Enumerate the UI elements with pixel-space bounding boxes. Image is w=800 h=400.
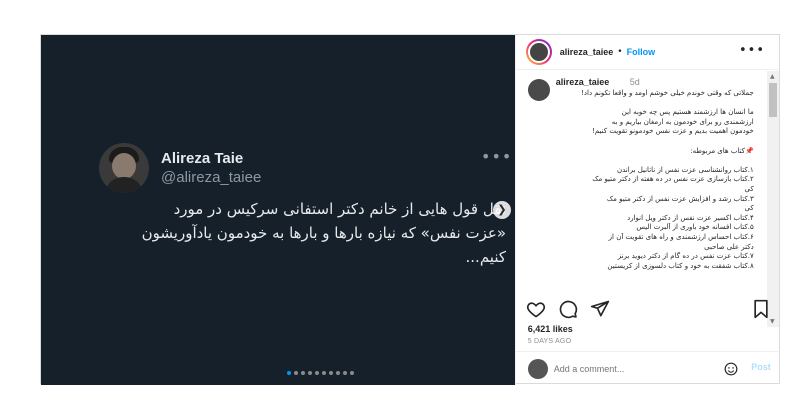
- scroll-thumb[interactable]: [769, 83, 777, 117]
- story-ring-avatar[interactable]: [525, 39, 552, 65]
- caption-line: جملاتی که وقتی خوندم خیلی خوشم اومد و وا…: [581, 89, 754, 97]
- post-actions: [526, 299, 771, 321]
- tweet-author-name: Alireza Taie: [161, 150, 244, 167]
- tweet-text: نقل قول هایی از خانم دکتر استفانی سرکیس …: [86, 197, 506, 269]
- caption-line: ۸.کتاب شفقت به خود و کتاب دلسوزی از کریس…: [607, 261, 754, 270]
- caption-line: ۳.کتاب رشد و افزایش عزت نفس از دکتر متیو…: [606, 194, 754, 203]
- add-comment-row: Post: [515, 351, 781, 385]
- post-sidebar: alireza_taiee • Follow ••• alireza_taiee…: [514, 35, 781, 385]
- carousel-dots: [287, 371, 354, 375]
- carousel-dot[interactable]: [315, 371, 319, 375]
- tweet-avatar: [99, 143, 149, 193]
- post-header: alireza_taiee • Follow •••: [515, 35, 779, 70]
- chevron-right-icon: ❯: [497, 203, 507, 216]
- caption-line: [532, 156, 754, 166]
- header-username[interactable]: alireza_taiee: [560, 47, 614, 57]
- post-comment-button[interactable]: Post: [751, 362, 771, 372]
- more-options-icon[interactable]: •••: [739, 43, 765, 58]
- caption-scrollbar[interactable]: ▲ ▼: [767, 71, 779, 327]
- caption-line: ۷.کتاب عزت نفس در ده گام از دکتر دیوید ب…: [617, 252, 754, 261]
- carousel-dot[interactable]: [343, 371, 347, 375]
- carousel-dot[interactable]: [350, 371, 354, 375]
- post-modal: Alireza Taie @alireza_taiee ••• نقل قول …: [40, 34, 781, 385]
- tweet-line: نقل قول هایی از خانم دکتر استفانی سرکیس …: [173, 200, 506, 218]
- caption-username[interactable]: alireza_taiee: [556, 77, 610, 87]
- caption-line: ۶.کتاب احساس ارزشمندی و راه های تقویت آن…: [608, 232, 754, 241]
- bookmark-icon[interactable]: [751, 299, 771, 319]
- caption-line: خودمون اهمیت بدیم و عزت نفس خودمونو تقوی…: [592, 127, 754, 136]
- carousel-dot[interactable]: [301, 371, 305, 375]
- carousel-dot[interactable]: [336, 371, 340, 375]
- caption-line: ۴.کتاب اکسیر عزت نفس از دکتر ویل انوارد: [627, 213, 754, 222]
- caption-line: دکتر علی صاحبی: [704, 242, 754, 251]
- caption-line: 📌کتاب های مربوطه:: [690, 146, 754, 155]
- caption-line: ۱.کتاب روانشناسی عزت نفس از ناتانیل بران…: [616, 165, 754, 174]
- caption-line: ۲.کتاب بازسازی عزت نفس در ده هفته از دکت…: [592, 175, 754, 184]
- follow-button[interactable]: Follow: [627, 47, 656, 57]
- carousel-next-button[interactable]: ❯: [493, 201, 511, 219]
- carousel-dot[interactable]: [322, 371, 326, 375]
- caption-line: ما انسان ها ارزشمند هستیم پس چه خوبه این: [621, 108, 754, 117]
- caption-line: [532, 137, 754, 147]
- tweet-line: «عزت نفس» که نیازه بارها و بارها به خودم…: [141, 224, 506, 242]
- tweet-author: Alireza Taie @alireza_taiee: [99, 143, 261, 193]
- header-separator: •: [617, 47, 623, 57]
- post-media: Alireza Taie @alireza_taiee ••• نقل قول …: [41, 35, 515, 385]
- share-icon[interactable]: [590, 299, 610, 319]
- comment-input[interactable]: [553, 363, 714, 374]
- caption-line: کی: [744, 184, 754, 193]
- caption-text: جملاتی که وقتی خوندم خیلی خوشم اومد و وا…: [532, 89, 754, 271]
- caption-area: alireza_taiee 5d جملاتی که وقتی خوندم خی…: [516, 71, 781, 327]
- carousel-dot[interactable]: [287, 371, 291, 375]
- caption-line: ارزشمندی رو برای خودمون به ارمغان بیاریم…: [611, 117, 754, 126]
- heart-icon[interactable]: [526, 299, 546, 319]
- caption-line: [532, 99, 754, 109]
- viewer-avatar: [527, 358, 548, 379]
- tweet-line: کنیم...: [465, 248, 506, 266]
- carousel-dot[interactable]: [329, 371, 333, 375]
- caption-time: 5d: [629, 77, 640, 87]
- emoji-icon[interactable]: [724, 362, 738, 376]
- scroll-up-icon[interactable]: ▲: [770, 73, 775, 80]
- carousel-dot[interactable]: [294, 371, 298, 375]
- carousel-dot[interactable]: [308, 371, 312, 375]
- comment-icon[interactable]: [558, 299, 578, 319]
- caption-line: ۵.کتاب افسانه خود باوری از آلبرت الیس: [636, 223, 754, 232]
- post-time-ago[interactable]: 5 DAYS AGO: [528, 338, 572, 345]
- caption-line: کی: [744, 204, 754, 213]
- like-count[interactable]: 6,421 likes: [528, 324, 573, 334]
- tweet-more-icon: •••: [481, 147, 513, 166]
- tweet-author-handle: @alireza_taiee: [161, 169, 262, 186]
